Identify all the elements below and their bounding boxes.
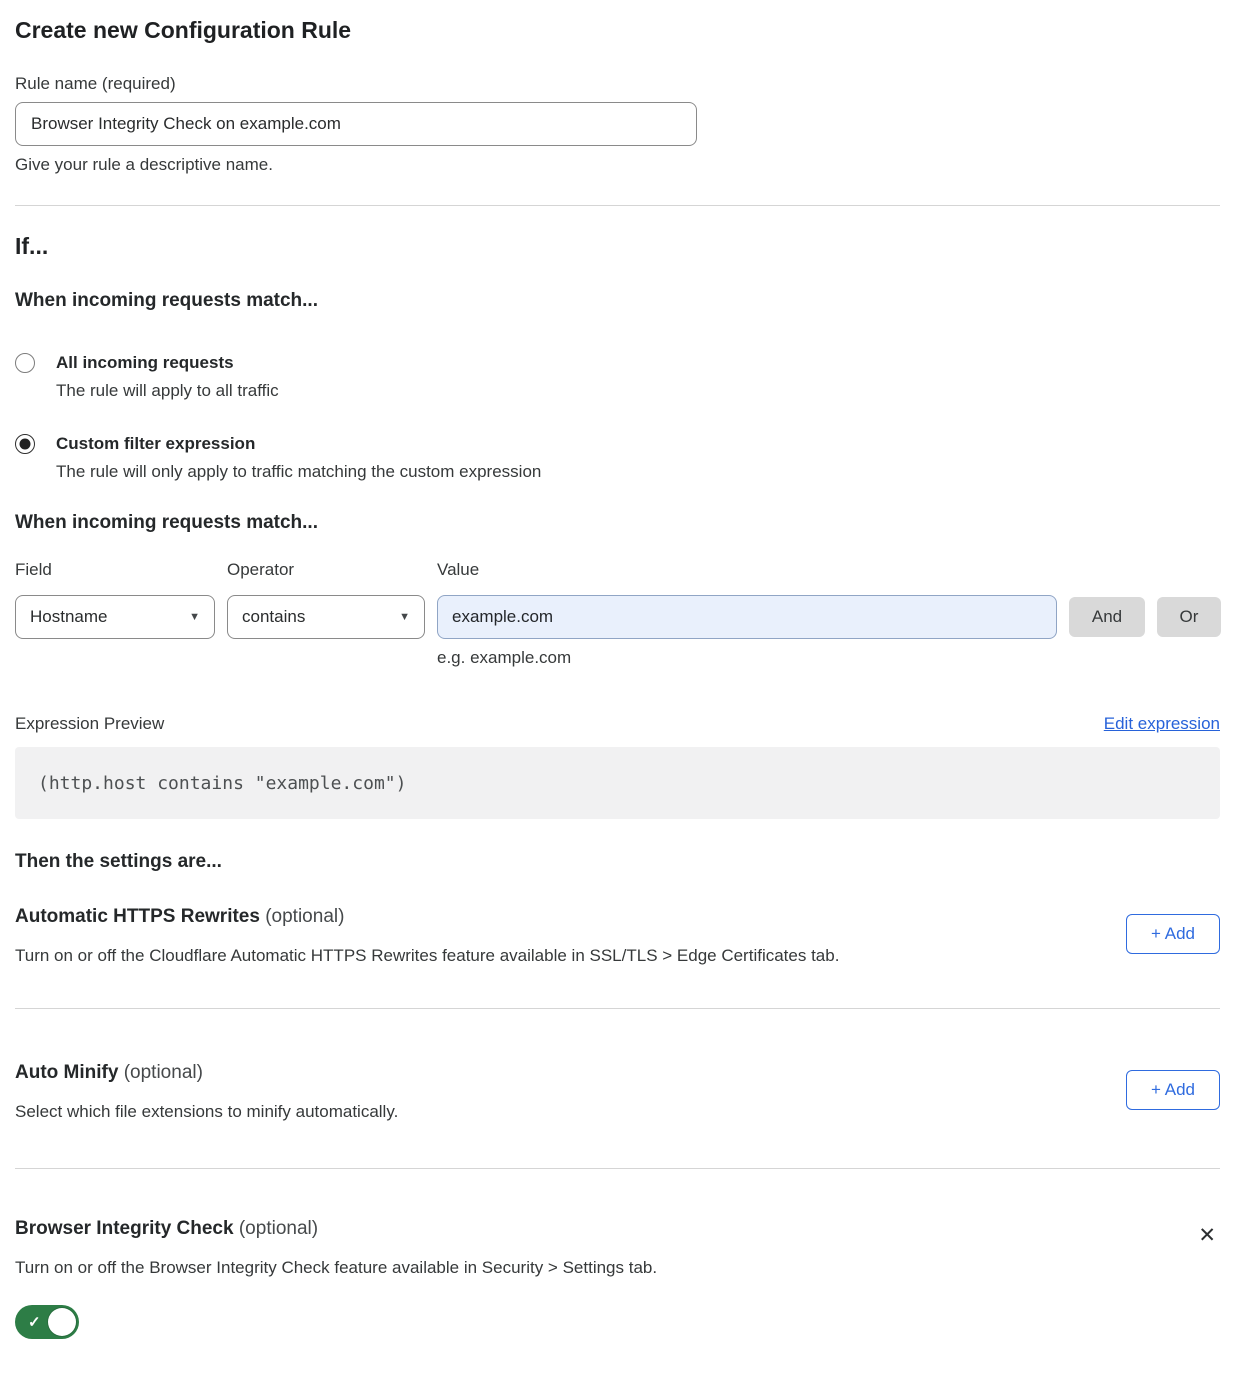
setting-title: Browser Integrity Check (optional) bbox=[15, 1217, 657, 1240]
chevron-down-icon: ▼ bbox=[399, 611, 410, 623]
rule-name-help: Give your rule a descriptive name. bbox=[15, 155, 1220, 175]
setting-title: Automatic HTTPS Rewrites (optional) bbox=[15, 905, 839, 928]
radio-option-all-requests[interactable]: All incoming requests The rule will appl… bbox=[15, 352, 1220, 401]
radio-button-selected[interactable] bbox=[15, 434, 35, 454]
section-divider bbox=[15, 1168, 1220, 1169]
field-select-value: Hostname bbox=[30, 607, 107, 627]
rule-name-input[interactable] bbox=[15, 102, 697, 146]
setting-title: Auto Minify (optional) bbox=[15, 1061, 398, 1084]
radio-option-custom-filter[interactable]: Custom filter expression The rule will o… bbox=[15, 433, 1220, 482]
field-label: Field bbox=[15, 560, 215, 595]
setting-description: Select which file extensions to minify a… bbox=[15, 1101, 398, 1122]
value-input[interactable] bbox=[437, 595, 1057, 639]
browser-integrity-check-toggle[interactable]: ✓ bbox=[15, 1305, 79, 1339]
setting-description: Turn on or off the Browser Integrity Che… bbox=[15, 1257, 657, 1278]
setting-optional-text: (optional) bbox=[124, 1062, 203, 1083]
setting-optional-text: (optional) bbox=[239, 1218, 318, 1239]
match-heading: When incoming requests match... bbox=[15, 290, 1220, 312]
value-label: Value bbox=[437, 560, 1057, 595]
close-icon[interactable]: ✕ bbox=[1194, 1221, 1220, 1250]
value-hint: e.g. example.com bbox=[437, 648, 1057, 668]
operator-select[interactable]: contains ▼ bbox=[227, 595, 425, 639]
setting-automatic-https-rewrites: Automatic HTTPS Rewrites (optional) Turn… bbox=[15, 905, 1220, 966]
operator-label: Operator bbox=[227, 560, 425, 595]
expression-code-text: (http.host contains "example.com") bbox=[38, 773, 406, 794]
field-select[interactable]: Hostname ▼ bbox=[15, 595, 215, 639]
setting-optional-text: (optional) bbox=[265, 906, 344, 927]
toggle-knob bbox=[48, 1308, 76, 1336]
setting-description: Turn on or off the Cloudflare Automatic … bbox=[15, 945, 839, 966]
setting-title-text: Auto Minify bbox=[15, 1062, 118, 1083]
then-heading: Then the settings are... bbox=[15, 851, 1220, 873]
radio-label: Custom filter expression bbox=[56, 433, 541, 454]
expression-preview-header: Expression Preview Edit expression bbox=[15, 714, 1220, 734]
builder-heading: When incoming requests match... bbox=[15, 512, 1220, 534]
section-divider bbox=[15, 205, 1220, 206]
setting-browser-integrity-check: Browser Integrity Check (optional) Turn … bbox=[15, 1217, 1220, 1339]
expression-preview-label: Expression Preview bbox=[15, 714, 164, 734]
add-button[interactable]: + Add bbox=[1126, 914, 1220, 954]
radio-label: All incoming requests bbox=[56, 352, 279, 373]
create-configuration-rule-page: Create new Configuration Rule Rule name … bbox=[0, 0, 1237, 1339]
radio-description: The rule will only apply to traffic matc… bbox=[56, 461, 541, 482]
expression-preview-code: (http.host contains "example.com") bbox=[15, 747, 1220, 819]
expression-builder-row: Field Operator Value Hostname ▼ contains… bbox=[15, 560, 1220, 668]
add-button[interactable]: + Add bbox=[1126, 1070, 1220, 1110]
radio-description: The rule will apply to all traffic bbox=[56, 380, 279, 401]
radio-button-unselected[interactable] bbox=[15, 353, 35, 373]
if-heading: If... bbox=[15, 232, 1220, 260]
or-button[interactable]: Or bbox=[1157, 597, 1221, 637]
chevron-down-icon: ▼ bbox=[189, 611, 200, 623]
setting-title-text: Automatic HTTPS Rewrites bbox=[15, 906, 260, 927]
page-title: Create new Configuration Rule bbox=[15, 16, 1220, 44]
and-button[interactable]: And bbox=[1069, 597, 1145, 637]
operator-select-value: contains bbox=[242, 607, 305, 627]
check-icon: ✓ bbox=[28, 1313, 41, 1331]
setting-auto-minify: Auto Minify (optional) Select which file… bbox=[15, 1061, 1220, 1122]
rule-name-label: Rule name (required) bbox=[15, 74, 1220, 94]
edit-expression-link[interactable]: Edit expression bbox=[1104, 714, 1220, 734]
setting-title-text: Browser Integrity Check bbox=[15, 1218, 234, 1239]
section-divider bbox=[15, 1008, 1220, 1009]
